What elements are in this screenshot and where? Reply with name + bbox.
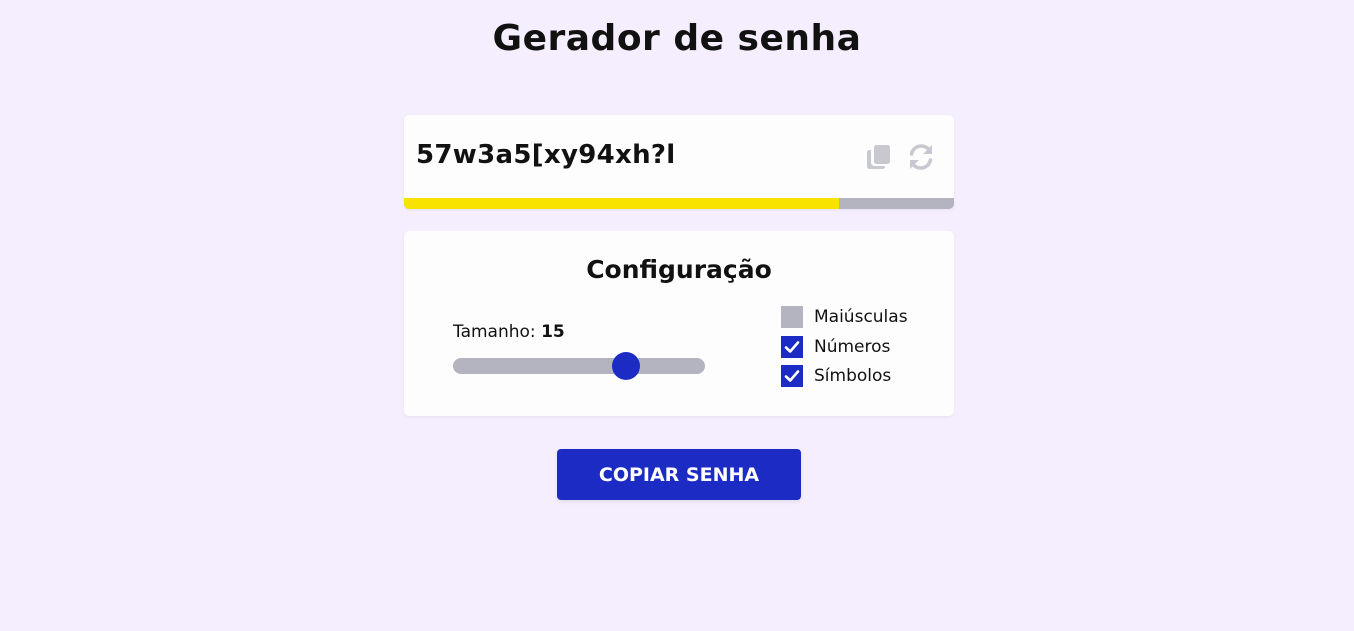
check-icon [784,370,800,382]
length-value: 15 [541,322,565,342]
strength-bar-fill [404,198,839,209]
length-label-text: Tamanho: [453,322,536,342]
option-symbols[interactable]: Símbolos [781,365,908,387]
copy-icon-button[interactable] [864,142,894,172]
check-icon [784,340,800,353]
password-card: 57w3a5[xy94xh?l [404,115,954,209]
uppercase-checkbox[interactable] [781,306,803,328]
strength-bar [404,198,954,209]
symbols-checkbox[interactable] [781,365,803,387]
copy-password-button[interactable]: COPIAR SENHA [557,449,801,500]
length-label: Tamanho: 15 [453,322,565,342]
option-label: Números [814,336,891,357]
option-numbers[interactable]: Números [781,335,908,358]
page-title: Gerador de senha [492,18,862,59]
options-list: Maiúsculas Números Símbolos [781,306,908,395]
refresh-icon [909,144,933,170]
length-slider[interactable] [453,352,705,380]
password-display: 57w3a5[xy94xh?l [416,140,676,170]
refresh-icon-button[interactable] [906,142,936,172]
numbers-checkbox[interactable] [781,335,803,358]
option-label: Símbolos [814,366,892,386]
length-slider-thumb[interactable] [612,352,641,380]
config-title: Configuração [586,255,772,284]
option-uppercase[interactable]: Maiúsculas [781,306,908,328]
option-label: Maiúsculas [814,307,908,327]
copy-icon [867,145,890,169]
config-card: Configuração Tamanho: 15 Maiúsculas Núme… [404,231,954,416]
